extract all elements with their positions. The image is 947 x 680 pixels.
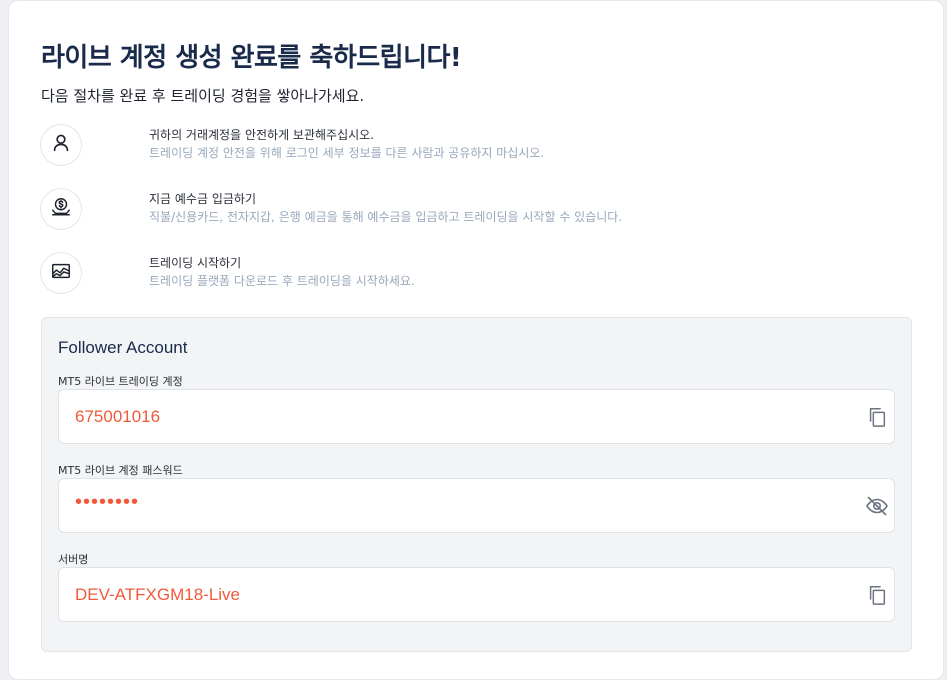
deposit-icon	[50, 196, 72, 222]
step-title: 지금 예수금 입금하기	[149, 192, 256, 206]
user-icon	[50, 132, 72, 158]
step-icon-circle	[40, 252, 82, 294]
panel-title: Follower Account	[58, 338, 188, 357]
server-value[interactable]: DEV-ATFXGM18-Live	[75, 585, 240, 605]
login-value[interactable]: 675001016	[75, 407, 160, 427]
eye-off-icon[interactable]	[864, 493, 890, 519]
password-value[interactable]: ••••••••	[75, 491, 139, 514]
step-title: 트레이딩 시작하기	[149, 256, 242, 270]
password-label: MT5 라이브 계정 패스워드	[58, 464, 183, 477]
step-start-trading: 트레이딩 시작하기 트레이딩 플랫폼 다운로드 후 트레이딩을 시작하세요.	[40, 252, 900, 296]
step-icon-circle	[40, 188, 82, 230]
step-title: 귀하의 거래계정을 안전하게 보관해주십시오.	[149, 128, 375, 142]
step-deposit: 지금 예수금 입금하기 직불/신용카드, 전자지갑, 은행 예금을 통해 예수금…	[40, 188, 900, 232]
step-icon-circle	[40, 124, 82, 166]
step-description: 직불/신용카드, 전자지갑, 은행 예금을 통해 예수금을 입금하고 트레이딩을…	[149, 210, 623, 224]
chart-icon	[50, 260, 72, 286]
step-description: 트레이딩 계정 안전을 위해 로그인 세부 정보를 다른 사람과 공유하지 마십…	[149, 146, 545, 160]
step-secure-account: 귀하의 거래계정을 안전하게 보관해주십시오. 트레이딩 계정 안전을 위해 로…	[40, 124, 900, 168]
password-field[interactable]: ••••••••	[58, 478, 895, 533]
server-label: 서버명	[58, 553, 89, 566]
server-field[interactable]: DEV-ATFXGM18-Live	[58, 567, 895, 622]
account-created-card: 라이브 계정 생성 완료를 축하드립니다! 다음 절차를 완료 후 트레이딩 경…	[8, 0, 944, 680]
login-label: MT5 라이브 트레이딩 계정	[58, 375, 183, 388]
login-field[interactable]: 675001016	[58, 389, 895, 444]
follower-account-panel: Follower Account MT5 라이브 트레이딩 계정 6750010…	[41, 317, 912, 652]
copy-icon[interactable]	[864, 582, 890, 608]
step-description: 트레이딩 플랫폼 다운로드 후 트레이딩을 시작하세요.	[149, 274, 415, 288]
page-subtitle: 다음 절차를 완료 후 트레이딩 경험을 쌓아나가세요.	[41, 87, 365, 105]
copy-icon[interactable]	[864, 404, 890, 430]
page-title: 라이브 계정 생성 완료를 축하드립니다!	[41, 43, 462, 73]
